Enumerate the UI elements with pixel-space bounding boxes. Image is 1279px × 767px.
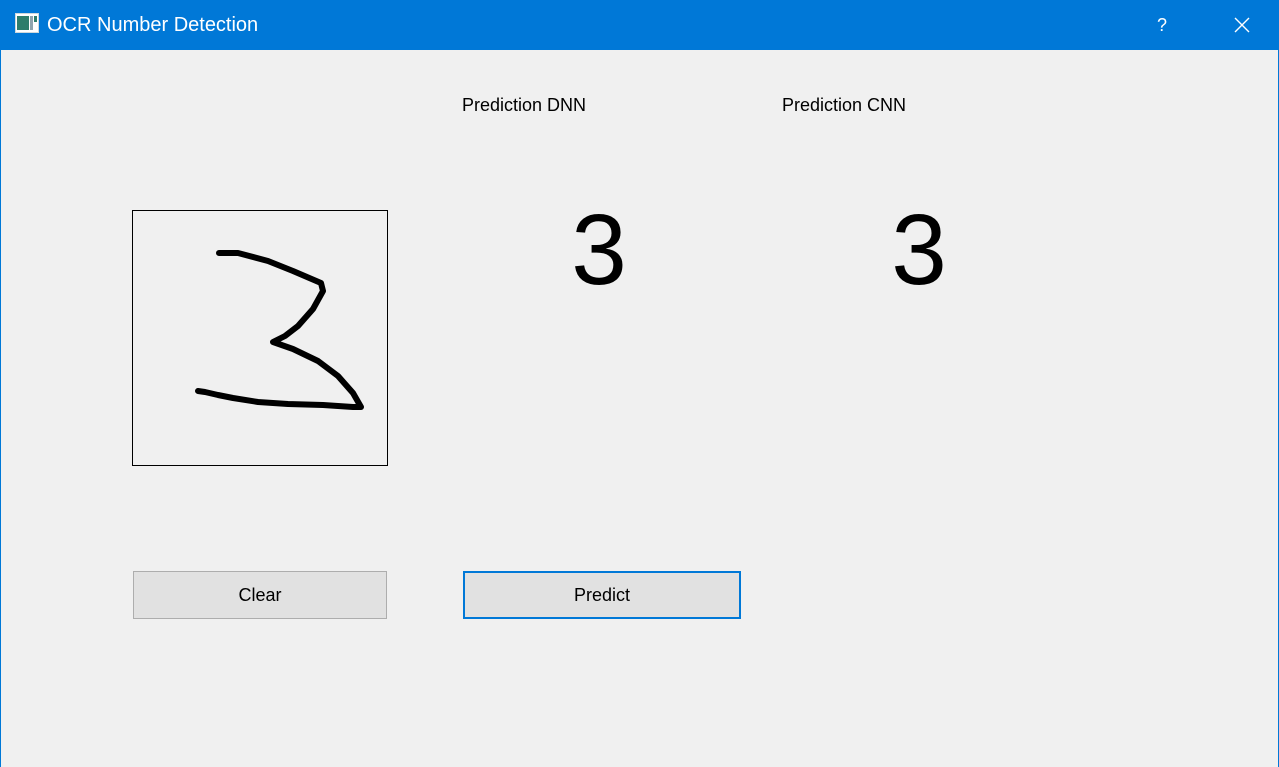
dnn-prediction-label: Prediction DNN: [462, 95, 587, 115]
dnn-prediction-value: 3: [571, 194, 627, 306]
window-title: OCR Number Detection: [47, 14, 259, 36]
close-icon: [1234, 17, 1250, 33]
cnn-prediction-label: Prediction CNN: [782, 95, 907, 115]
predict-button[interactable]: Predict: [463, 571, 741, 619]
title-bar: OCR Number Detection ?: [1, 0, 1278, 50]
cnn-prediction-value: 3: [891, 194, 947, 306]
handwritten-stroke: [195, 250, 364, 410]
app-window-icon: [15, 13, 39, 33]
app-window: OCR Number Detection ? Prediction DNN Pr…: [0, 0, 1279, 767]
clear-button[interactable]: Clear: [133, 571, 387, 619]
help-button[interactable]: ?: [1139, 0, 1185, 50]
drawing-canvas[interactable]: [132, 210, 388, 466]
close-button[interactable]: [1219, 0, 1265, 50]
